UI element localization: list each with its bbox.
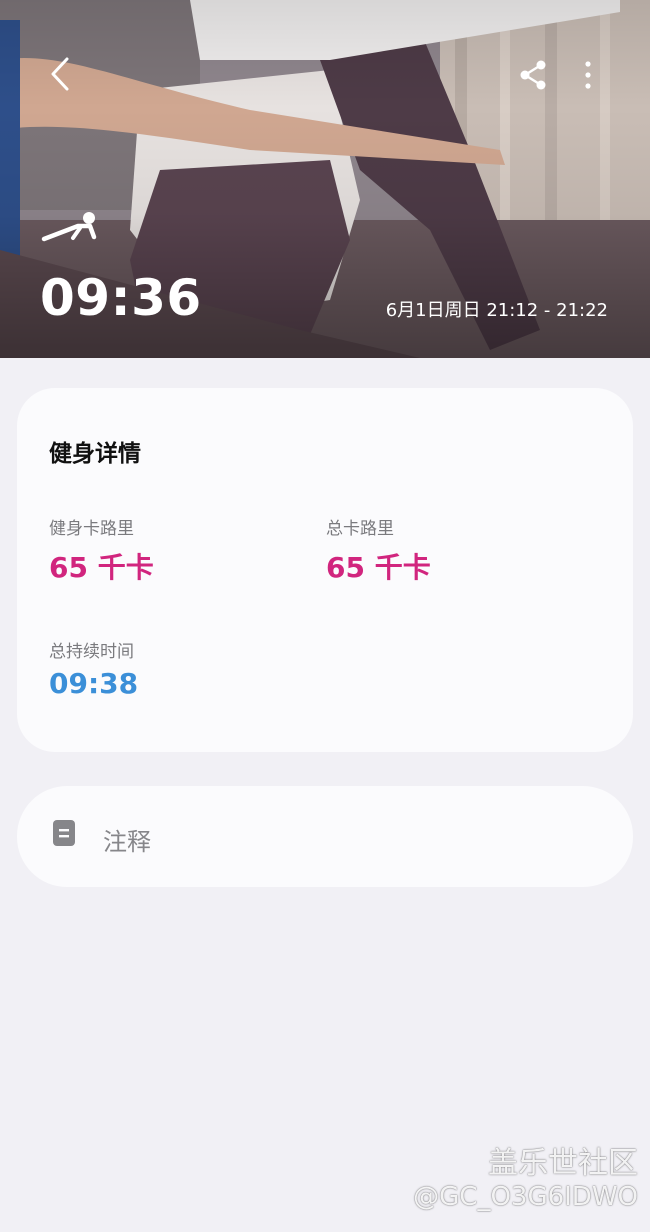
more-options-button[interactable]	[572, 54, 604, 96]
notes-label: 注释	[103, 828, 151, 856]
workout-hero-image: 09:36 6月1日周日 21:12 - 21:22	[0, 0, 650, 358]
workout-duration: 09:36	[40, 269, 202, 327]
workout-calories-label: 健身卡路里	[49, 519, 134, 539]
share-icon	[520, 60, 546, 90]
total-duration-label: 总持续时间	[49, 642, 134, 662]
back-button[interactable]	[38, 52, 82, 96]
watermark-user: @GC_O3G6IDWO	[413, 1182, 638, 1212]
workout-time-range: 6月1日周日 21:12 - 21:22	[385, 300, 608, 321]
plank-icon	[41, 212, 97, 242]
details-title: 健身详情	[49, 441, 141, 467]
workout-calories-value: 65 千卡	[49, 551, 154, 584]
chevron-left-icon	[51, 57, 69, 91]
note-icon	[53, 820, 75, 846]
notes-button[interactable]: 注释	[17, 786, 633, 887]
watermark-community: 盖乐世社区	[488, 1146, 638, 1181]
share-button[interactable]	[512, 54, 554, 96]
more-vertical-icon	[585, 61, 591, 89]
total-duration-value: 09:38	[49, 667, 139, 700]
workout-details-card: 健身详情 健身卡路里 65 千卡 总卡路里 65 千卡 总持续时间 09:38	[17, 388, 633, 752]
total-calories-value: 65 千卡	[326, 551, 431, 584]
total-calories-label: 总卡路里	[326, 519, 394, 539]
